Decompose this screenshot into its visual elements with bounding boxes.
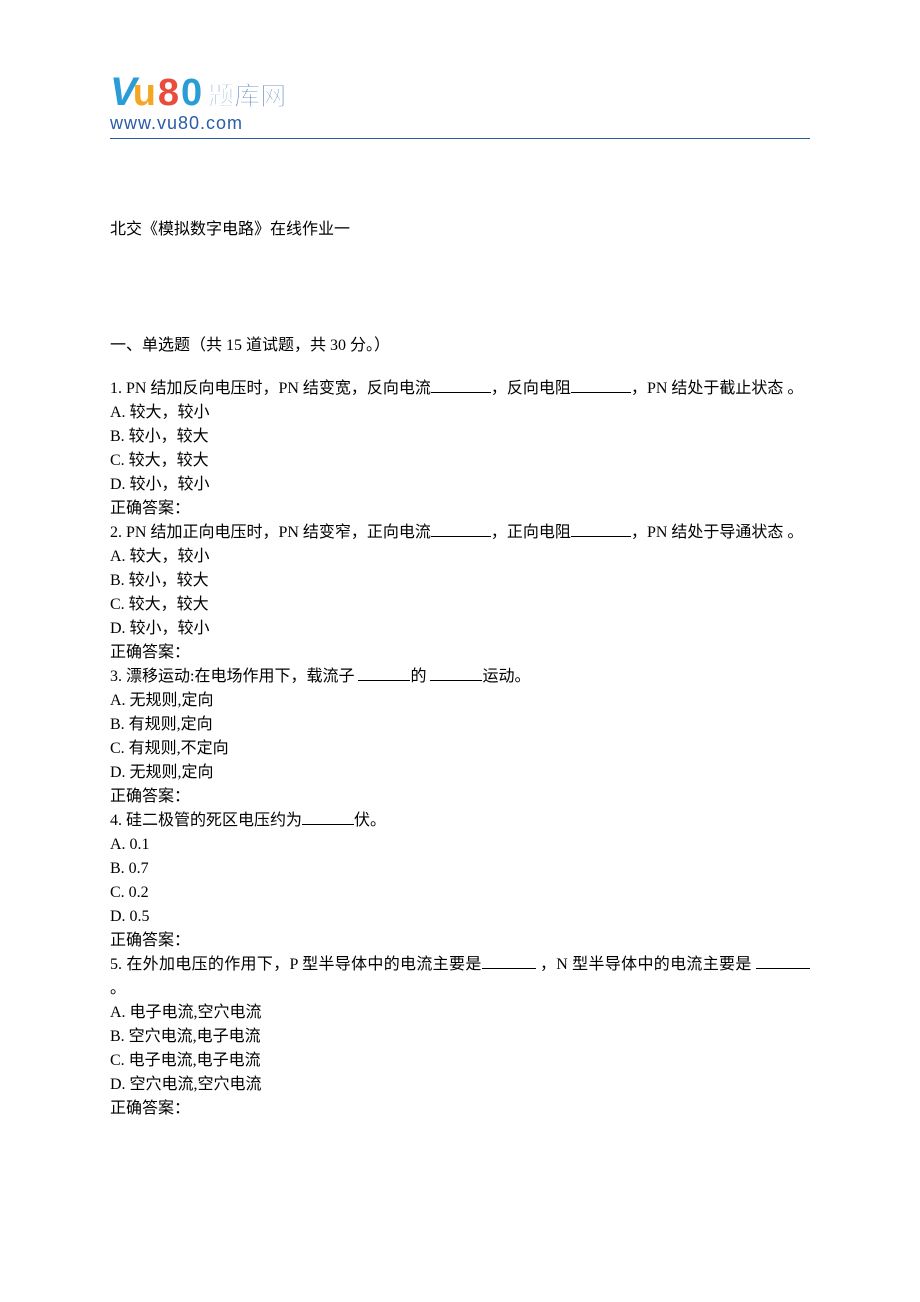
question-2: 2. PN 结加正向电压时，PN 结变窄，正向电流 ，正向电阻 ，PN 结处于导通状…: [110, 521, 810, 665]
blank-fill-icon: [431, 377, 491, 393]
blank-fill-icon: [756, 953, 810, 969]
q3-answer-label: 正确答案：: [110, 785, 810, 809]
question-4: 4. 硅二极管的死区电压约为 伏。 A. 0.1 B. 0.7 C. 0.2 D.…: [110, 809, 810, 953]
question-1: 1. PN 结加反向电压时，PN 结变宽，反向电流 ，反向电阻 ，PN 结处于截止状…: [110, 377, 810, 521]
q2-option-c: C. 较大，较大: [110, 593, 810, 617]
q5-option-c: C. 电子电流,电子电流: [110, 1049, 810, 1073]
q5-stem-part-a: 5. 在外加电压的作用下，P 型半导体中的电流主要是: [110, 956, 482, 973]
logo-digit-0: 0: [181, 72, 202, 115]
q1-stem-part-a: 1. PN 结加反向电压时，PN 结变宽，反向电流: [110, 380, 431, 397]
logo-letter-v: V: [110, 70, 135, 115]
q1-option-c: C. 较大，较大: [110, 449, 810, 473]
q2-option-d: D. 较小，较小: [110, 617, 810, 641]
q4-stem: 4. 硅二极管的死区电压约为 伏。: [110, 809, 810, 833]
q4-stem-part-a: 4. 硅二极管的死区电压约为: [110, 812, 302, 829]
question-5: 5. 在外加电压的作用下，P 型半导体中的电流主要是 ，N 型半导体中的电流主要…: [110, 953, 810, 1121]
document-title: 北交《模拟数字电路》在线作业一: [110, 215, 810, 239]
blank-fill-icon: [571, 521, 631, 537]
logo-letter-u: u: [133, 72, 156, 115]
q2-option-b: B. 较小，较大: [110, 569, 810, 593]
q5-stem: 5. 在外加电压的作用下，P 型半导体中的电流主要是 ，N 型半导体中的电流主要…: [110, 953, 810, 1001]
content-area: 1. PN 结加反向电压时，PN 结变宽，反向电流 ，反向电阻 ，PN 结处于截止状…: [110, 377, 810, 1121]
q3-stem-part-b: 的: [410, 668, 430, 685]
logo-url: www.vu80.com: [110, 113, 810, 134]
q5-stem-part-c: 。: [110, 980, 126, 997]
q2-stem-part-b: ，正向电阻: [491, 524, 571, 541]
q1-stem-part-c: ，PN 结处于截止状态 。: [631, 380, 803, 397]
logo-digit-8: 8: [158, 72, 179, 115]
q3-option-d: D. 无规则,定向: [110, 761, 810, 785]
q3-stem: 3. 漂移运动:在电场作用下，载流子 的 运动。: [110, 665, 810, 689]
blank-fill-icon: [482, 953, 536, 969]
q2-stem-part-a: 2. PN 结加正向电压时，PN 结变窄，正向电流: [110, 524, 431, 541]
q4-option-b: B. 0.7: [110, 857, 810, 881]
q5-option-b: B. 空穴电流,电子电流: [110, 1025, 810, 1049]
site-logo: V u 8 0 题库网 www.vu80.com: [110, 70, 810, 139]
q2-stem-part-c: ，PN 结处于导通状态 。: [631, 524, 803, 541]
page: V u 8 0 题库网 www.vu80.com 北交《模拟数字电路》在线作业一…: [0, 0, 920, 1181]
q4-option-c: C. 0.2: [110, 881, 810, 905]
q5-option-a: A. 电子电流,空穴电流: [110, 1001, 810, 1025]
q2-answer-label: 正确答案：: [110, 641, 810, 665]
q3-option-c: C. 有规则,不定向: [110, 737, 810, 761]
q1-stem-part-b: ，反向电阻: [491, 380, 571, 397]
blank-fill-icon: [571, 377, 631, 393]
q2-option-a: A. 较大，较小: [110, 545, 810, 569]
q3-option-b: B. 有规则,定向: [110, 713, 810, 737]
q4-answer-label: 正确答案：: [110, 929, 810, 953]
q3-stem-part-c: 运动。: [482, 668, 530, 685]
q5-stem-part-b: ，N 型半导体中的电流主要是: [536, 956, 756, 973]
q4-option-d: D. 0.5: [110, 905, 810, 929]
q2-stem: 2. PN 结加正向电压时，PN 结变窄，正向电流 ，正向电阻 ，PN 结处于导通状…: [110, 521, 810, 545]
q1-option-b: B. 较小，较大: [110, 425, 810, 449]
logo-cn-text: 题库网: [208, 76, 286, 113]
q5-answer-label: 正确答案：: [110, 1097, 810, 1121]
blank-fill-icon: [431, 521, 491, 537]
question-3: 3. 漂移运动:在电场作用下，载流子 的 运动。 A. 无规则,定向 B. 有规…: [110, 665, 810, 809]
q4-option-a: A. 0.1: [110, 833, 810, 857]
q3-stem-part-a: 3. 漂移运动:在电场作用下，载流子: [110, 668, 358, 685]
q5-option-d: D. 空穴电流,空穴电流: [110, 1073, 810, 1097]
q4-stem-part-b: 伏。: [354, 812, 386, 829]
blank-fill-icon: [302, 809, 354, 825]
q1-answer-label: 正确答案：: [110, 497, 810, 521]
logo-top-row: V u 8 0 题库网: [110, 70, 810, 115]
blank-fill-icon: [430, 665, 482, 681]
section-heading: 一、单选题（共 15 道试题，共 30 分。）: [110, 331, 810, 355]
q1-stem: 1. PN 结加反向电压时，PN 结变宽，反向电流 ，反向电阻 ，PN 结处于截止状…: [110, 377, 810, 401]
blank-fill-icon: [358, 665, 410, 681]
q1-option-d: D. 较小，较小: [110, 473, 810, 497]
q3-option-a: A. 无规则,定向: [110, 689, 810, 713]
q1-option-a: A. 较大，较小: [110, 401, 810, 425]
